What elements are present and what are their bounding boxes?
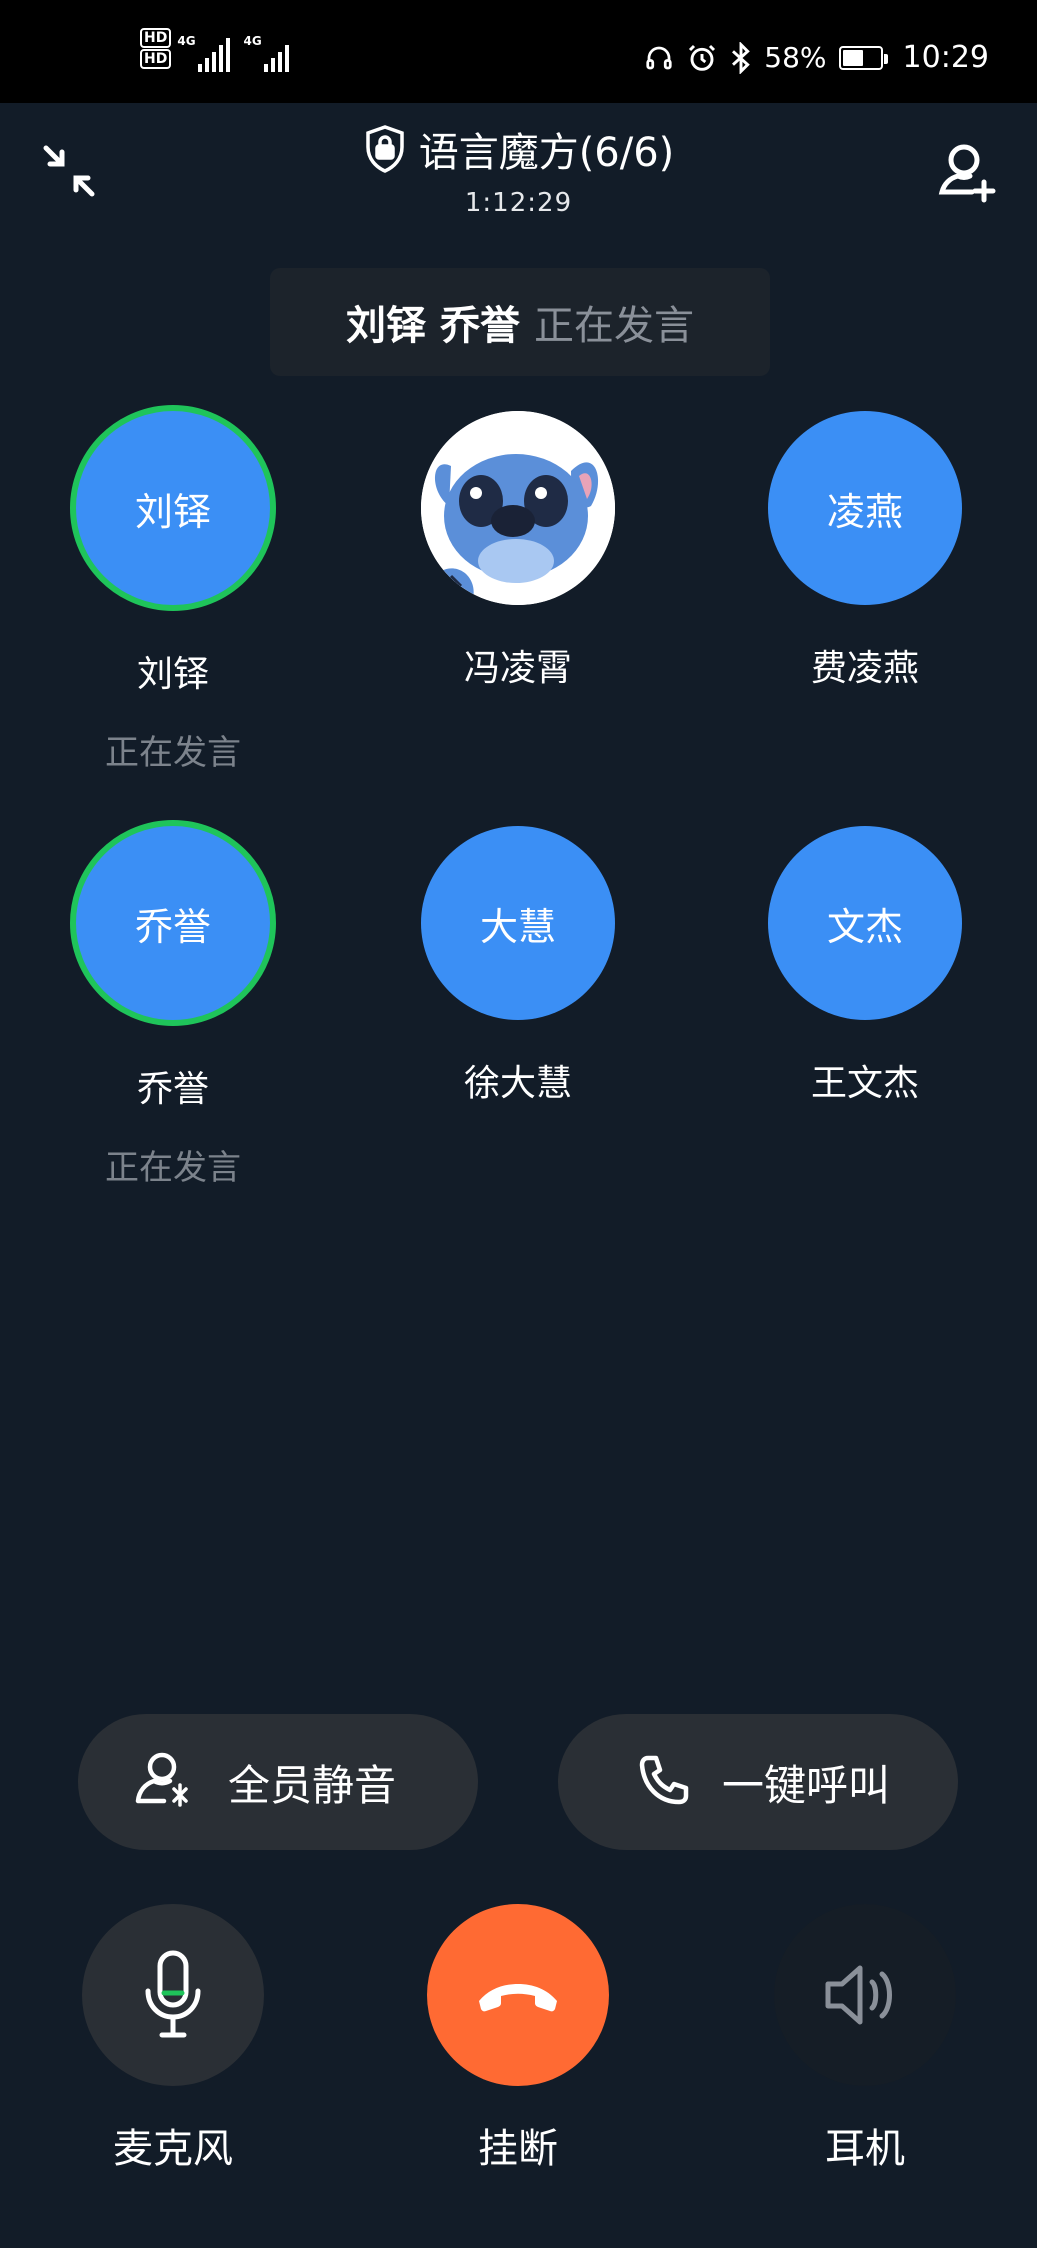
avatar bbox=[421, 411, 615, 605]
member-name: 费凌燕 bbox=[810, 648, 919, 689]
avatar: 文杰 bbox=[768, 826, 962, 1020]
clock: 10:29 bbox=[902, 40, 989, 75]
avatar: 大慧 bbox=[421, 826, 615, 1020]
hangup-phone-icon bbox=[479, 1984, 557, 2012]
status-bar: HD HD 4G 4G 58% 10:29 bbox=[0, 0, 1037, 103]
headset-icon bbox=[646, 46, 672, 69]
avatar: 乔誉 bbox=[70, 820, 276, 1026]
battery-icon bbox=[838, 45, 888, 70]
member-status: 正在发言 bbox=[105, 1148, 241, 1188]
add-user-icon bbox=[938, 144, 996, 203]
call-header: 语言魔方(6/6) 1:12:29 bbox=[0, 120, 1037, 218]
earpiece-button[interactable] bbox=[774, 1904, 956, 2086]
avatar: 刘铎 bbox=[70, 405, 276, 611]
earpiece-label: 耳机 bbox=[825, 2126, 905, 2172]
battery-percent: 58% bbox=[764, 41, 827, 74]
add-member-button[interactable] bbox=[930, 138, 1000, 208]
member-name: 乔誉 bbox=[136, 1069, 209, 1110]
network-indicators: HD HD 4G 4G bbox=[140, 28, 289, 72]
member-tile[interactable]: 冯凌霄 bbox=[408, 411, 628, 719]
avatar: 凌燕 bbox=[768, 411, 962, 605]
call-duration: 1:12:29 bbox=[464, 188, 573, 218]
member-tile[interactable]: 乔誉 乔誉 正在发言 bbox=[63, 820, 283, 1189]
member-name: 徐大慧 bbox=[463, 1063, 572, 1104]
mute-user-icon bbox=[135, 1752, 188, 1807]
hangup-button[interactable] bbox=[427, 1904, 609, 2086]
group-title: 语言魔方(6/6) bbox=[418, 130, 675, 176]
microphone-button[interactable] bbox=[82, 1904, 264, 2086]
alarm-icon bbox=[689, 44, 716, 71]
shield-lock-icon bbox=[365, 125, 404, 173]
mute-all-label: 全员静音 bbox=[228, 1760, 397, 1810]
status-right: 58% 10:29 bbox=[644, 40, 989, 75]
hangup-control[interactable]: 挂断 bbox=[408, 1904, 628, 2174]
microphone-icon bbox=[145, 1950, 201, 2038]
cartoon-character-avatar-icon bbox=[421, 411, 615, 605]
member-tile[interactable]: 大慧 徐大慧 bbox=[408, 826, 628, 1134]
member-status: 正在发言 bbox=[105, 733, 241, 773]
member-tile[interactable]: 凌燕 费凌燕 bbox=[755, 411, 975, 719]
member-name: 冯凌霄 bbox=[463, 648, 572, 689]
speaking-names: 刘铎 乔誉 bbox=[346, 303, 520, 349]
member-tile[interactable]: 刘铎 刘铎 正在发言 bbox=[63, 405, 283, 774]
hd-badge-sim1: HD bbox=[140, 28, 172, 48]
mute-all-button[interactable]: 全员静音 bbox=[78, 1714, 478, 1850]
hangup-label: 挂断 bbox=[478, 2126, 558, 2172]
speaking-state: 正在发言 bbox=[533, 303, 694, 349]
member-name: 刘铎 bbox=[136, 654, 209, 695]
earpiece-control[interactable]: 耳机 bbox=[755, 1904, 975, 2174]
microphone-label: 麦克风 bbox=[113, 2126, 233, 2172]
microphone-control[interactable]: 麦克风 bbox=[63, 1904, 283, 2174]
signal-icon-sim1: 4G bbox=[177, 30, 230, 72]
call-all-button[interactable]: 一键呼叫 bbox=[558, 1714, 958, 1850]
bluetooth-icon bbox=[732, 41, 751, 74]
phone-icon bbox=[639, 1755, 689, 1805]
call-all-label: 一键呼叫 bbox=[722, 1760, 891, 1810]
speaker-icon bbox=[825, 1965, 892, 2025]
signal-icon-sim2: 4G bbox=[244, 30, 289, 72]
member-name: 王文杰 bbox=[810, 1063, 919, 1104]
hd-badge-sim2: HD bbox=[140, 49, 172, 69]
speaking-banner: 刘铎 乔誉 正在发言 bbox=[270, 268, 770, 376]
member-tile[interactable]: 文杰 王文杰 bbox=[755, 826, 975, 1134]
